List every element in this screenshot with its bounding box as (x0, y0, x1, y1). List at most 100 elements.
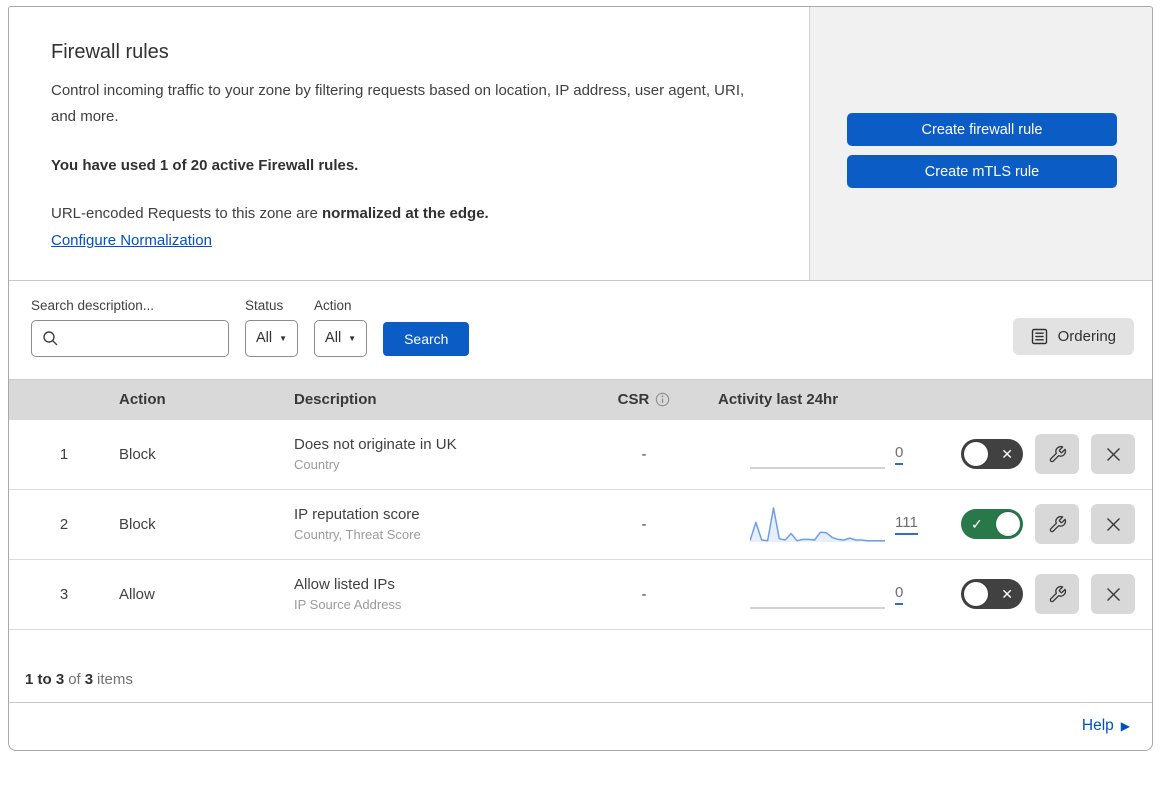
close-icon (1105, 446, 1122, 463)
configure-normalization-link[interactable]: Configure Normalization (51, 232, 212, 249)
rule-description[interactable]: Does not originate in UK (294, 436, 584, 453)
status-label: Status (245, 297, 284, 313)
create-mtls-rule-button[interactable]: Create mTLS rule (847, 155, 1117, 188)
edit-rule-button[interactable] (1035, 574, 1079, 614)
rule-enable-toggle[interactable]: ✓ ✕ (961, 579, 1023, 609)
rule-criteria: Country (294, 457, 340, 472)
info-icon[interactable] (655, 392, 670, 407)
x-icon: ✕ (1001, 446, 1013, 462)
firewall-rules-page: Firewall rules Control incoming traffic … (8, 6, 1153, 751)
ordering-button[interactable]: Ordering (1012, 317, 1134, 355)
range-text: 1 to 3 (25, 670, 65, 688)
help-label: Help (1081, 717, 1114, 734)
toggle-knob (964, 582, 988, 606)
rule-enable-toggle[interactable]: ✓ ✕ (961, 439, 1023, 469)
activity-count[interactable]: 0 (895, 584, 904, 605)
rule-csr: - (641, 585, 647, 603)
table-row: 3 Allow Allow listed IPs IP Source Addre… (9, 560, 1152, 630)
rules-table: Action Description CSR Activity last 24h… (9, 378, 1152, 702)
action-filter-group: Action All ▼ (314, 297, 368, 357)
rule-activity-cell: 0 (704, 432, 939, 476)
rule-description[interactable]: IP reputation score (294, 506, 584, 523)
column-csr: CSR (618, 391, 671, 408)
rule-description-cell: Allow listed IPs IP Source Address (294, 576, 584, 612)
column-action: Action (119, 391, 166, 408)
create-firewall-rule-button[interactable]: Create firewall rule (847, 113, 1117, 146)
activity-sparkline (750, 432, 885, 476)
rule-action: Block (119, 445, 156, 463)
search-label: Search description... (31, 297, 155, 313)
rule-criteria: Country, Threat Score (294, 527, 421, 542)
delete-rule-button[interactable] (1091, 434, 1135, 474)
list-document-icon (1031, 328, 1048, 345)
table-row: 2 Block IP reputation score Country, Thr… (9, 490, 1152, 560)
edit-rule-button[interactable] (1035, 434, 1079, 474)
rule-priority: 3 (59, 585, 69, 603)
wrench-icon (1048, 515, 1067, 534)
search-button[interactable]: Search (383, 321, 470, 356)
search-group: Search description... (31, 298, 229, 357)
x-icon: ✕ (1001, 586, 1013, 602)
pagination-summary: 1 to 3 of 3 items (9, 630, 1152, 702)
rule-description-cell: IP reputation score Country, Threat Scor… (294, 506, 584, 542)
rule-priority: 2 (59, 515, 69, 533)
column-description: Description (294, 391, 377, 408)
help-link[interactable]: Help ▶ (1082, 717, 1130, 735)
normalization-text: URL-encoded Requests to this zone are (51, 204, 318, 222)
close-icon (1105, 516, 1122, 533)
rule-description[interactable]: Allow listed IPs (294, 576, 584, 593)
items-text: items (97, 670, 133, 688)
rule-action: Block (119, 515, 156, 533)
total-text: 3 (84, 670, 94, 688)
activity-count[interactable]: 0 (895, 444, 904, 465)
action-dropdown[interactable]: All ▼ (314, 319, 368, 357)
wrench-icon (1048, 585, 1067, 604)
normalization-bold-text: normalized at the edge. (322, 204, 489, 222)
page-description: Control incoming traffic to your zone by… (51, 82, 745, 126)
table-header: Action Description CSR Activity last 24h… (9, 378, 1152, 420)
rule-activity-cell: 111 (704, 502, 939, 546)
rule-csr: - (641, 515, 647, 533)
close-icon (1105, 586, 1122, 603)
status-value: All (256, 330, 273, 346)
arrow-right-icon: ▶ (1120, 719, 1130, 733)
activity-sparkline (750, 572, 885, 616)
intro-panel: Firewall rules Control incoming traffic … (9, 7, 809, 280)
rule-controls: ✓ ✕ (939, 434, 1152, 474)
delete-rule-button[interactable] (1091, 504, 1135, 544)
of-text: of (68, 670, 81, 688)
action-value: All (325, 330, 342, 346)
status-dropdown[interactable]: All ▼ (245, 319, 299, 357)
top-section: Firewall rules Control incoming traffic … (9, 7, 1152, 280)
actions-side-panel: Create firewall rule Create mTLS rule (809, 7, 1152, 280)
filter-controls: Search description... Status All ▼ Actio… (31, 297, 470, 357)
rule-description-cell: Does not originate in UK Country (294, 436, 584, 472)
chevron-down-icon: ▼ (348, 333, 357, 343)
rule-criteria: IP Source Address (294, 597, 402, 612)
status-filter-group: Status All ▼ (245, 297, 299, 357)
activity-sparkline (750, 502, 885, 546)
help-bar: Help ▶ (9, 701, 1152, 750)
page-title: Firewall rules (51, 41, 169, 63)
edit-rule-button[interactable] (1035, 504, 1079, 544)
toggle-knob (996, 512, 1020, 536)
rule-enable-toggle[interactable]: ✓ ✕ (961, 509, 1023, 539)
activity-count[interactable]: 111 (895, 514, 918, 535)
column-activity: Activity last 24hr (718, 391, 839, 408)
action-label: Action (314, 297, 352, 313)
rule-activity-cell: 0 (704, 572, 939, 616)
wrench-icon (1048, 445, 1067, 464)
delete-rule-button[interactable] (1091, 574, 1135, 614)
normalization-note: URL-encoded Requests to this zone are no… (51, 202, 769, 226)
csr-label: CSR (617, 391, 650, 408)
rule-priority: 1 (59, 445, 69, 463)
search-input[interactable] (59, 330, 228, 346)
rule-controls: ✓ ✕ (939, 504, 1152, 544)
search-field[interactable] (31, 319, 229, 357)
rule-action: Allow (119, 585, 155, 603)
table-row: 1 Block Does not originate in UK Country… (9, 420, 1152, 490)
filter-bar: Search description... Status All ▼ Actio… (9, 279, 1152, 379)
check-icon: ✓ (971, 516, 983, 532)
usage-summary: You have used 1 of 20 active Firewall ru… (51, 156, 359, 174)
search-icon (42, 330, 59, 347)
